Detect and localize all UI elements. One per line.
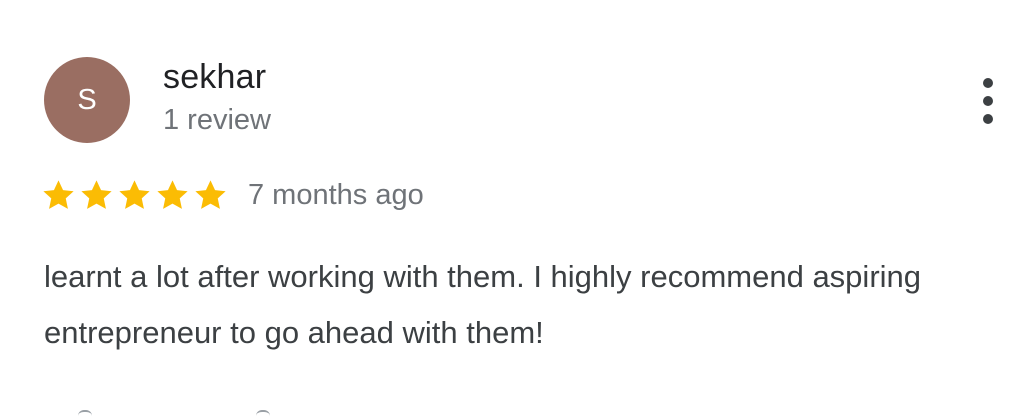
more-options-button[interactable] (972, 74, 1004, 128)
more-vert-icon-dot (983, 96, 993, 106)
avatar-initial: S (77, 83, 97, 116)
rating-row: 7 months ago (40, 173, 424, 217)
more-vert-icon-dot (983, 114, 993, 124)
review-time: 7 months ago (248, 178, 424, 211)
more-vert-icon (983, 78, 993, 88)
star-icon (81, 179, 112, 209)
star-icon (119, 179, 150, 209)
review-count: 1 review (163, 104, 271, 136)
avatar[interactable]: S (44, 57, 130, 143)
action-icon-fragment (78, 410, 92, 416)
star-icon (157, 179, 188, 209)
action-icon-fragment (256, 410, 270, 416)
reviewer-name[interactable]: sekhar (163, 58, 266, 97)
star-rating (40, 177, 230, 214)
review-actions-row (44, 404, 304, 416)
star-icon (195, 179, 226, 209)
review-card: S sekhar 1 review 7 months ago learnt a … (0, 0, 1024, 416)
review-text: learnt a lot after working with them. I … (44, 259, 922, 350)
star-icon (43, 179, 74, 209)
